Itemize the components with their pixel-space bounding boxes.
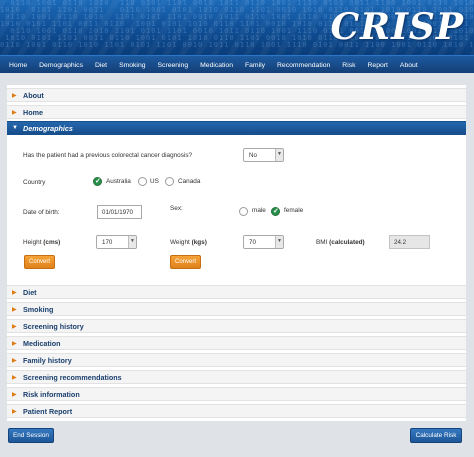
app-logo: CRISP (330, 6, 464, 48)
dob-label: Date of birth: (23, 209, 60, 216)
footer-bar: End Session Calculate Risk (0, 421, 474, 457)
section-label: Demographics (23, 124, 73, 133)
expand-arrow-icon: ▶ (12, 392, 17, 398)
select-button: ▼ (275, 149, 283, 161)
prev-diagnosis-question: Has the patient had a previous colorecta… (23, 152, 193, 159)
height-select[interactable]: 170 ▼ (96, 235, 137, 249)
chevron-down-icon: ▼ (277, 238, 282, 244)
select-value: 170 (102, 239, 113, 246)
sex-female-label: female (284, 207, 304, 214)
select-value: No (249, 152, 257, 159)
nav-report[interactable]: Report (362, 62, 394, 69)
section-label: Patient Report (23, 407, 73, 416)
main-nav: Home Demographics Diet Smoking Screening… (0, 55, 474, 73)
country-label: Country (23, 179, 46, 186)
sex-label: Sex: (170, 205, 183, 212)
section-patient-report[interactable]: ▶ Patient Report (7, 404, 466, 418)
select-button: ▼ (128, 236, 136, 248)
end-session-button[interactable]: End Session (8, 428, 54, 443)
expand-arrow-icon: ▶ (12, 307, 17, 313)
section-label: Medication (23, 339, 61, 348)
expand-arrow-icon: ▶ (12, 324, 17, 330)
expand-arrow-icon: ▶ (12, 358, 17, 364)
prev-diagnosis-select[interactable]: No ▼ (243, 148, 284, 162)
country-us-label: US (150, 178, 159, 185)
sex-female-radio[interactable] (271, 207, 280, 216)
nav-family[interactable]: Family (239, 62, 271, 69)
nav-recommendation[interactable]: Recommendation (271, 62, 336, 69)
section-smoking[interactable]: ▶ Smoking (7, 302, 466, 316)
section-label: Family history (23, 356, 72, 365)
nav-demographics[interactable]: Demographics (33, 62, 89, 69)
header-banner: 0110 1001 0110 1010 110 0101 1101 0010 1… (0, 0, 474, 55)
section-risk-information[interactable]: ▶ Risk information (7, 387, 466, 401)
section-diet[interactable]: ▶ Diet (7, 285, 466, 299)
bmi-label: BMI (calculated) (316, 239, 365, 246)
nav-smoking[interactable]: Smoking (113, 62, 151, 69)
expand-arrow-icon: ▶ (12, 290, 17, 296)
bmi-field (389, 235, 430, 249)
sex-male-label: male (252, 207, 266, 214)
nav-diet[interactable]: Diet (89, 62, 113, 69)
country-australia-radio[interactable] (93, 177, 102, 186)
section-demographics[interactable]: ▼ Demographics (7, 121, 466, 135)
section-label: Screening history (23, 322, 84, 331)
country-us-radio[interactable] (138, 177, 147, 186)
section-label: Smoking (23, 305, 54, 314)
section-family-history[interactable]: ▶ Family history (7, 353, 466, 367)
section-home[interactable]: ▶ Home (7, 105, 466, 119)
calculate-risk-button[interactable]: Calculate Risk (410, 428, 462, 443)
section-screening-history[interactable]: ▶ Screening history (7, 319, 466, 333)
select-button: ▼ (275, 236, 283, 248)
expand-arrow-icon: ▶ (12, 409, 17, 415)
nav-home[interactable]: Home (3, 62, 33, 69)
country-canada-label: Canada (178, 178, 201, 185)
section-label: Home (23, 108, 43, 117)
nav-risk[interactable]: Risk (336, 62, 361, 69)
height-unit: (cms) (43, 239, 61, 246)
weight-unit: (kgs) (191, 239, 207, 246)
select-value: 70 (249, 239, 256, 246)
weight-label-text: Weight (170, 239, 190, 246)
height-label: Height (cms) (23, 239, 60, 246)
country-australia-label: Australia (106, 178, 131, 185)
expand-arrow-icon: ▶ (12, 341, 17, 347)
chevron-down-icon: ▼ (277, 151, 282, 157)
convert-height-button[interactable]: Convert (24, 255, 55, 269)
sex-male-radio[interactable] (239, 207, 248, 216)
bmi-label-text: BMI (316, 239, 328, 246)
chevron-down-icon: ▼ (130, 238, 135, 244)
section-label: Screening recommendations (23, 373, 122, 382)
nav-screening[interactable]: Screening (152, 62, 195, 69)
section-label: About (23, 91, 44, 100)
convert-weight-button[interactable]: Convert (170, 255, 201, 269)
bmi-unit: (calculated) (329, 239, 365, 246)
section-screening-recommendations[interactable]: ▶ Screening recommendations (7, 370, 466, 384)
section-label: Risk information (23, 390, 80, 399)
height-label-text: Height (23, 239, 42, 246)
expand-arrow-icon: ▶ (12, 110, 17, 116)
weight-select[interactable]: 70 ▼ (243, 235, 284, 249)
collapse-arrow-icon: ▼ (12, 125, 18, 131)
country-canada-radio[interactable] (165, 177, 174, 186)
expand-arrow-icon: ▶ (12, 375, 17, 381)
expand-arrow-icon: ▶ (12, 93, 17, 99)
dob-field[interactable] (97, 205, 142, 219)
section-label: Diet (23, 288, 37, 297)
weight-label: Weight (kgs) (170, 239, 207, 246)
section-about[interactable]: ▶ About (7, 88, 466, 102)
nav-about[interactable]: About (394, 62, 424, 69)
nav-medication[interactable]: Medication (194, 62, 239, 69)
section-medication[interactable]: ▶ Medication (7, 336, 466, 350)
